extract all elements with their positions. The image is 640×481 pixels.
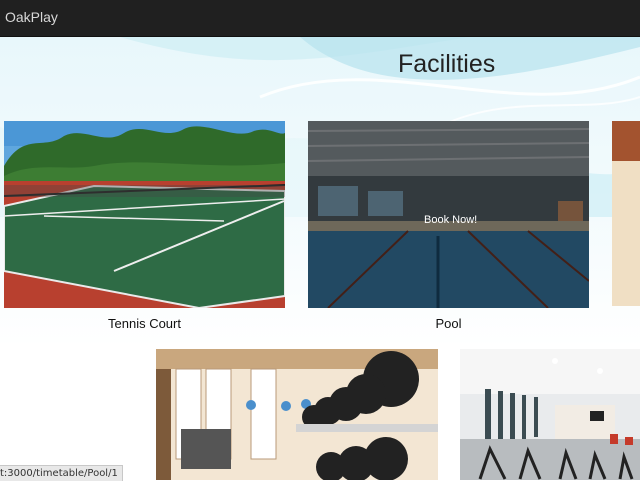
facility-card-tennis-court[interactable] <box>4 121 285 308</box>
facility-card-cardio[interactable] <box>460 349 640 480</box>
link-status-bar: t:3000/timetable/Pool/1 <box>0 465 123 481</box>
tennis-court-image <box>4 121 285 308</box>
facility-card-pool[interactable]: Book Now! <box>308 121 589 308</box>
cardio-image <box>460 349 640 480</box>
facility-label-pool: Pool <box>435 316 462 331</box>
brand-link[interactable]: OakPlay <box>5 9 58 25</box>
facility-label-tennis-court: Tennis Court <box>108 316 181 331</box>
book-now-button[interactable]: Book Now! <box>424 214 477 226</box>
top-navbar: OakPlay <box>0 0 640 37</box>
facility-image-partial <box>612 121 640 306</box>
facility-card-partial[interactable] <box>612 121 640 306</box>
weights-image <box>156 349 438 480</box>
facility-card-weights[interactable] <box>156 349 438 480</box>
page-title: Facilities <box>398 50 496 78</box>
